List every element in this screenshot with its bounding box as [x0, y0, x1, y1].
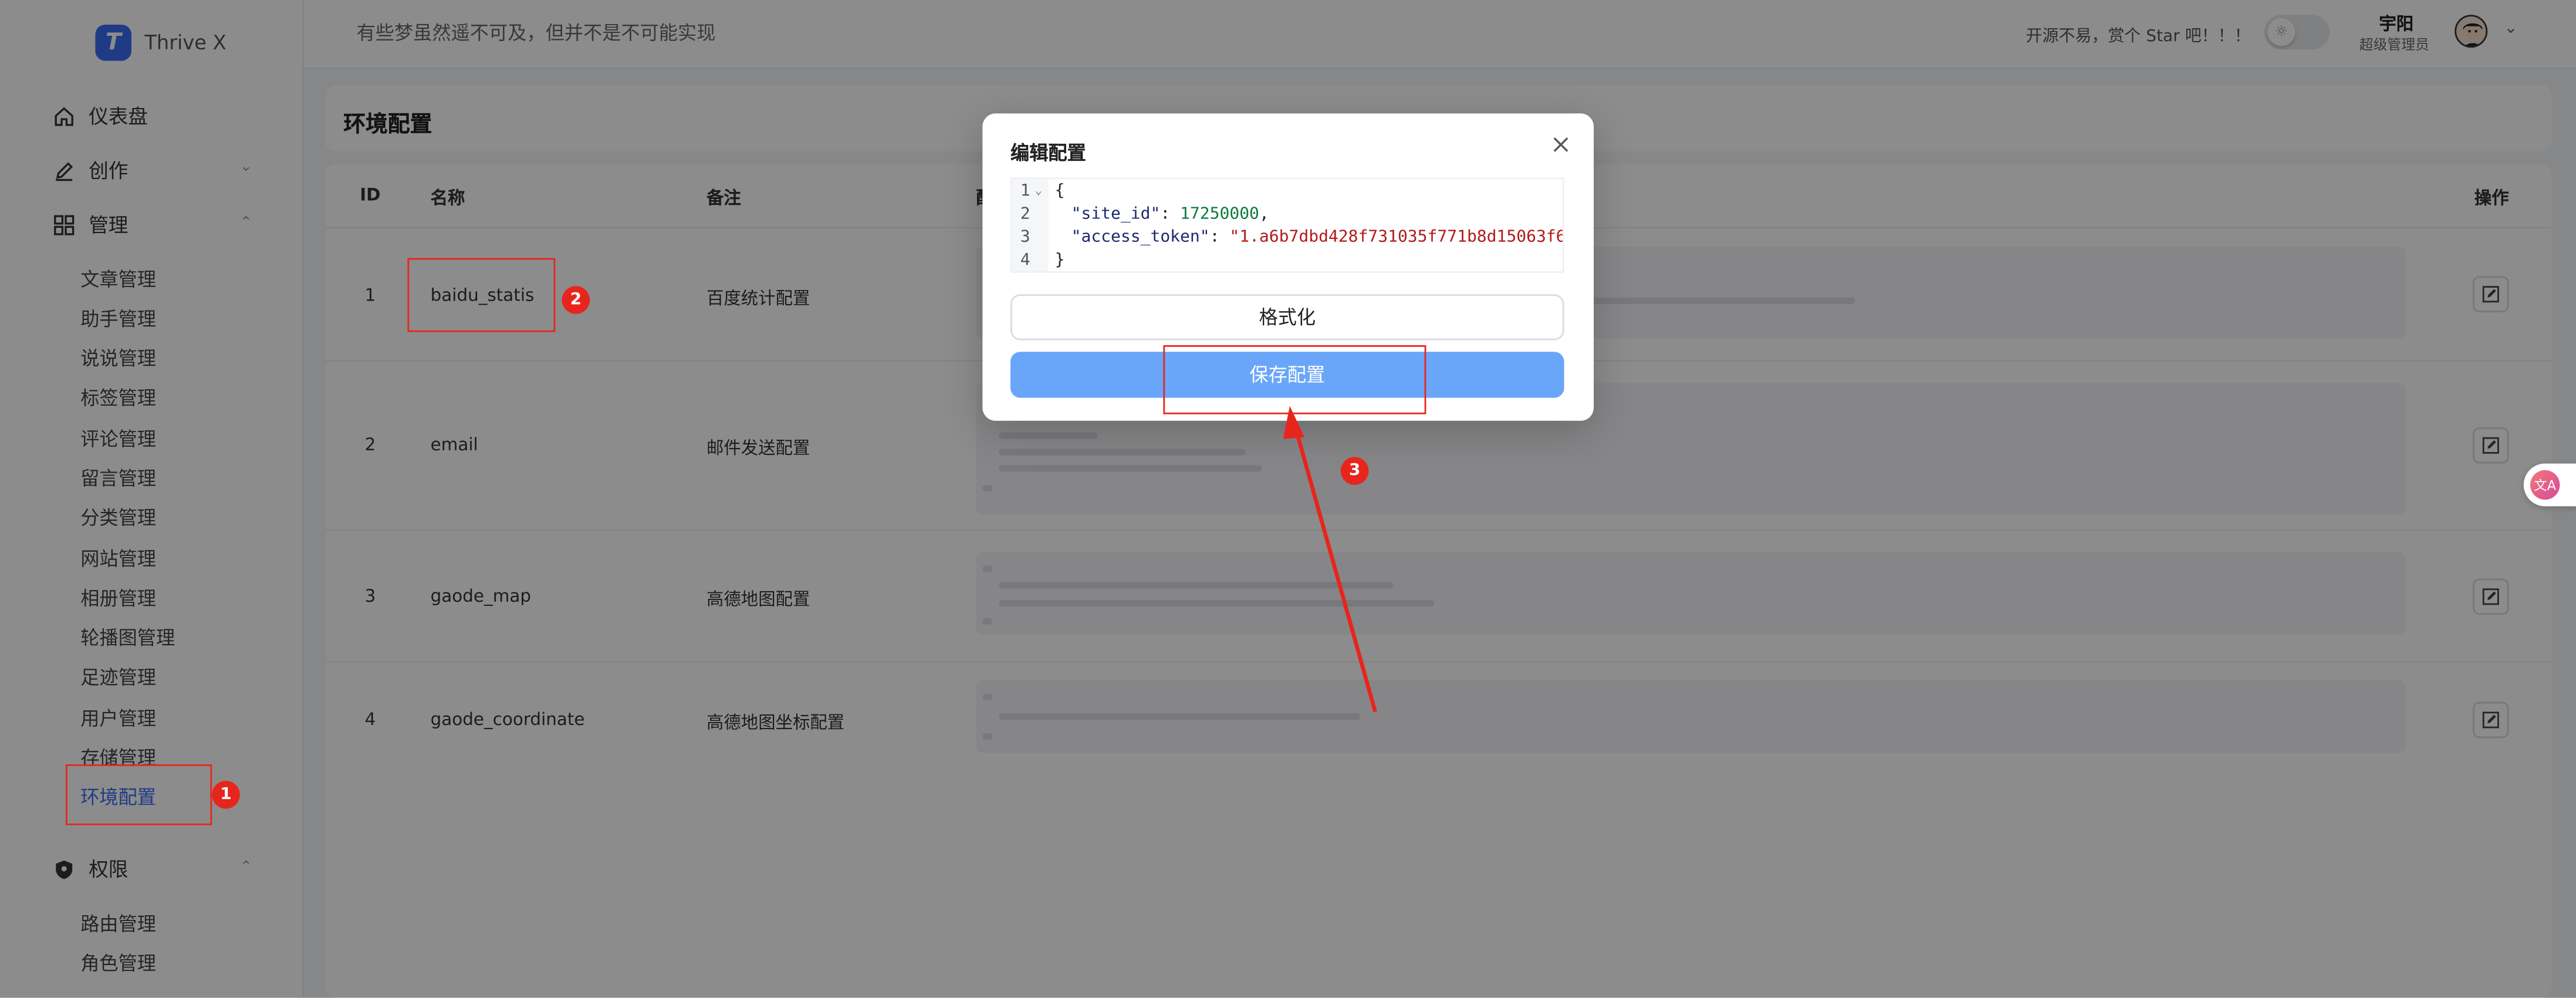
annotation-arrow — [1283, 406, 1377, 713]
